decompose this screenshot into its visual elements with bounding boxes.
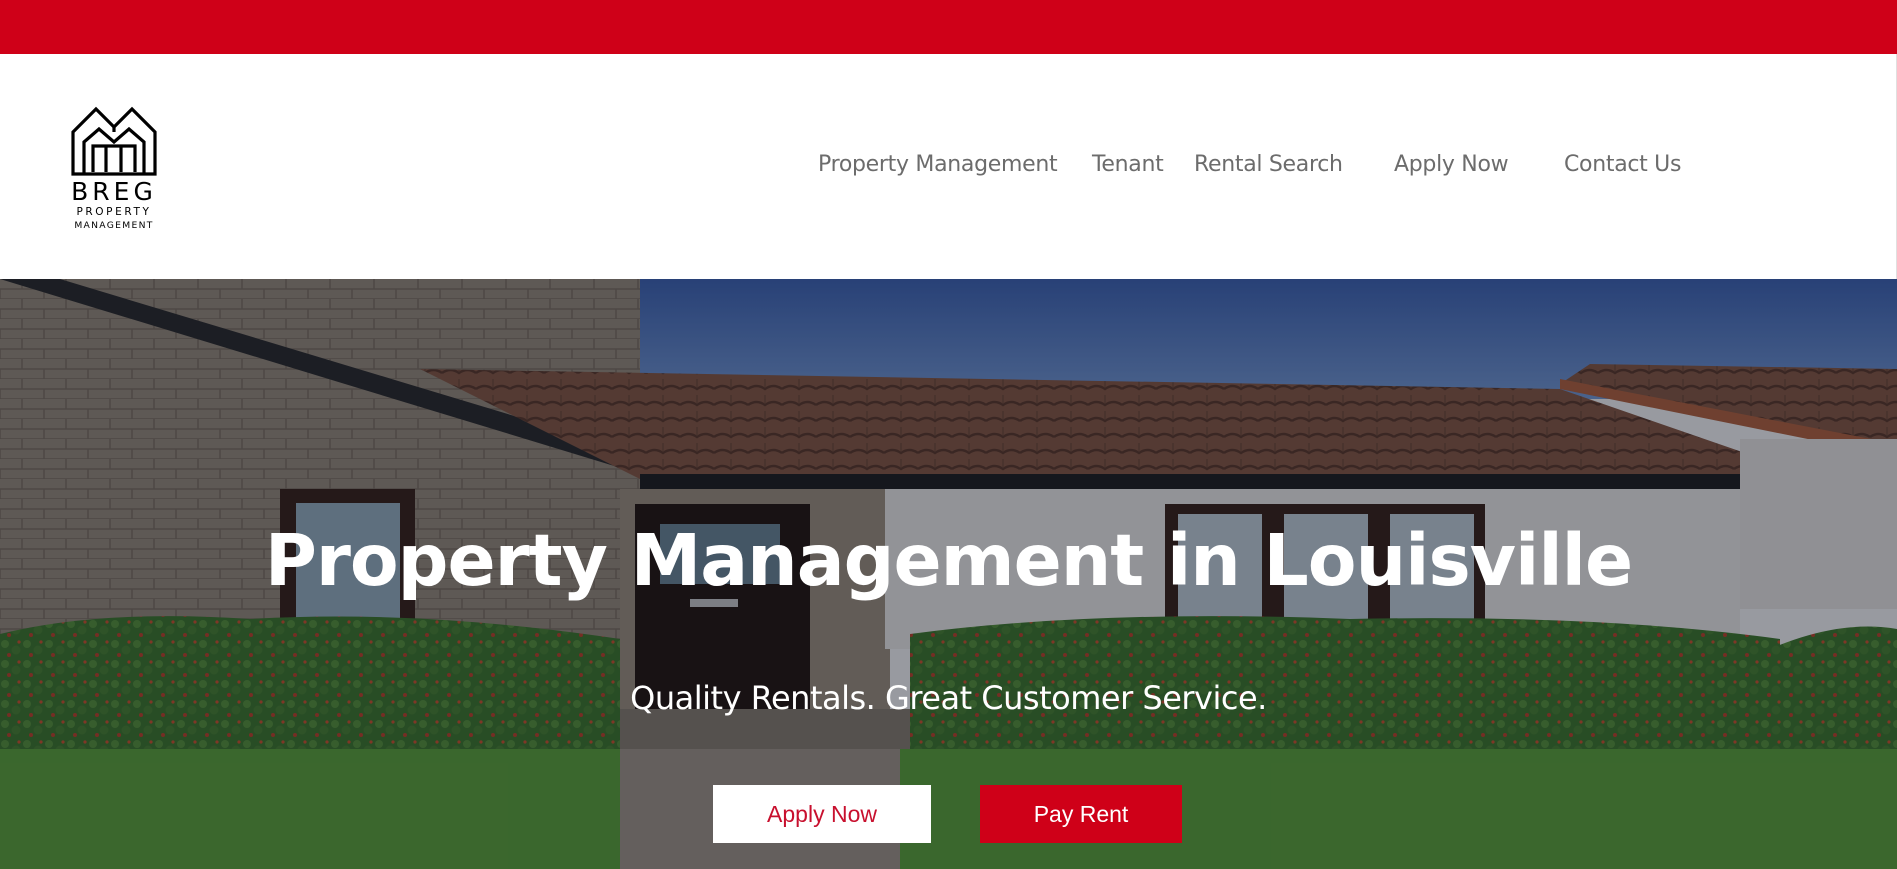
hero-subtitle: Quality Rentals. Great Customer Service. xyxy=(630,679,1267,717)
hero-title: Property Management in Louisville xyxy=(264,519,1633,602)
apply-now-button[interactable]: Apply Now xyxy=(713,785,931,843)
nav-apply-now[interactable]: Apply Now xyxy=(1394,152,1509,177)
site-header: BREG PROPERTY MANAGEMENT Property Manage… xyxy=(0,54,1897,279)
logo-line3-text: MANAGEMENT xyxy=(74,220,153,230)
top-accent-bar xyxy=(0,0,1897,54)
pay-rent-button[interactable]: Pay Rent xyxy=(980,785,1182,843)
nav-rental-search[interactable]: Rental Search xyxy=(1194,152,1343,177)
logo-line2-text: PROPERTY xyxy=(76,206,151,218)
hero-banner: Property Management in Louisville Qualit… xyxy=(0,279,1897,869)
main-nav: Property Management Tenant Rental Search… xyxy=(0,152,1897,188)
nav-property-management[interactable]: Property Management xyxy=(818,152,1058,177)
nav-tenant[interactable]: Tenant xyxy=(1092,152,1164,177)
nav-contact-us[interactable]: Contact Us xyxy=(1564,152,1681,177)
